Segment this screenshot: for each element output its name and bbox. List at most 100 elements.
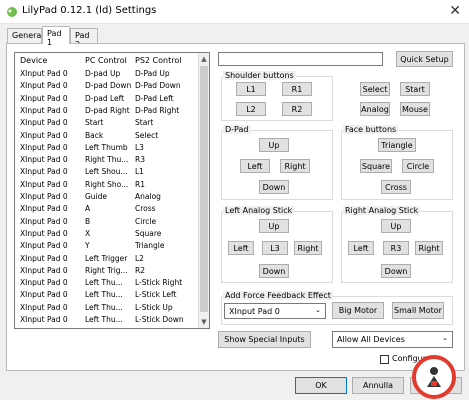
table-row[interactable]: XInput Pad 0 Left Thu... L-Stick Down	[15, 315, 198, 327]
right-stick-right-button[interactable]: Right	[415, 241, 443, 255]
table-row[interactable]: XInput Pad 0 A Cross	[15, 204, 198, 216]
table-row[interactable]: XInput Pad 0 Right Sho... R1	[15, 180, 198, 192]
table-row[interactable]: XInput Pad 0 Right Thu... R3	[15, 155, 198, 167]
r1-button[interactable]: R1	[282, 82, 312, 96]
ff-device-select[interactable]: XInput Pad 0 ⌄	[224, 303, 326, 319]
show-special-inputs-button[interactable]: Show Special Inputs	[218, 331, 311, 348]
ok-button[interactable]: OK	[295, 377, 347, 394]
header-device[interactable]: Device	[20, 56, 47, 65]
row-cell-ps2: R1	[135, 179, 145, 189]
left-stick-up-button[interactable]: Up	[259, 219, 289, 233]
l1-button[interactable]: L1	[236, 82, 266, 96]
start-button[interactable]: Start	[400, 82, 430, 96]
table-row[interactable]: XInput Pad 0 Right Trig... R2	[15, 266, 198, 278]
row-cell-ps2: Triangle	[135, 241, 165, 251]
close-icon[interactable]: ✕	[449, 3, 461, 19]
scroll-up-icon[interactable]: ▲	[198, 53, 209, 65]
scroll-down-icon[interactable]: ▼	[198, 316, 209, 328]
table-row[interactable]: XInput Pad 0 D-pad Up D-Pad Up	[15, 69, 198, 81]
shoulder-buttons-title: Shoulder buttons	[223, 71, 296, 80]
table-row[interactable]: XInput Pad 0 B Circle	[15, 217, 198, 229]
table-row[interactable]: XInput Pad 0 Left Thu... L-Stick Up	[15, 303, 198, 315]
row-cell-pc: Left Thu...	[85, 278, 123, 288]
r3-button[interactable]: R3	[383, 241, 409, 255]
tab-general[interactable]: General	[7, 28, 44, 43]
row-cell-pc: Back	[85, 130, 104, 140]
bindings-list[interactable]: Device PC Control PS2 Control XInput Pad…	[14, 52, 210, 329]
right-stick-left-button[interactable]: Left	[348, 241, 374, 255]
left-stick-down-button[interactable]: Down	[259, 264, 289, 278]
table-row[interactable]: XInput Pad 0 Start Start	[15, 118, 198, 130]
binding-input[interactable]	[218, 52, 383, 66]
triangle-button[interactable]: Triangle	[378, 138, 416, 152]
dpad-right-button[interactable]: Right	[280, 159, 310, 173]
cross-button[interactable]: Cross	[381, 180, 411, 194]
dpad-title: D-Pad	[223, 125, 251, 134]
row-cell-ps2: D-Pad Up	[135, 69, 170, 78]
circle-button[interactable]: Circle	[402, 159, 434, 173]
row-cell-device: XInput Pad 0	[20, 179, 68, 189]
mouse-button[interactable]: Mouse	[400, 102, 430, 116]
row-cell-pc: Right Thu...	[85, 155, 129, 165]
row-cell-device: XInput Pad 0	[20, 130, 68, 140]
header-pc-control[interactable]: PC Control	[85, 56, 127, 65]
ff-device-value: XInput Pad 0	[229, 306, 280, 316]
square-button[interactable]: Square	[360, 159, 392, 173]
row-cell-pc: Right Sho...	[85, 179, 129, 189]
table-row[interactable]: XInput Pad 0 Left Trigger L2	[15, 254, 198, 266]
table-row[interactable]: XInput Pad 0 D-pad Left D-Pad Left	[15, 94, 198, 106]
analog-button[interactable]: Analog	[360, 102, 390, 116]
table-row[interactable]: XInput Pad 0 Left Shou... L1	[15, 167, 198, 179]
row-cell-device: XInput Pad 0	[20, 290, 68, 300]
dpad-up-button[interactable]: Up	[259, 138, 289, 152]
left-stick-left-button[interactable]: Left	[228, 241, 254, 255]
row-cell-ps2: L-Stick Right	[135, 278, 183, 288]
row-cell-device: XInput Pad 0	[20, 315, 68, 324]
table-row[interactable]: XInput Pad 0 Back Select	[15, 131, 198, 143]
right-stick-up-button[interactable]: Up	[381, 219, 411, 233]
row-cell-ps2: L1	[135, 167, 144, 177]
row-cell-device: XInput Pad 0	[20, 81, 68, 91]
row-cell-pc: Left Shou...	[85, 167, 128, 177]
device-filter-select[interactable]: Allow All Devices ⌄	[332, 331, 453, 348]
big-motor-button[interactable]: Big Motor	[332, 302, 384, 319]
window-title: LilyPad 0.12.1 (ld) Settings	[22, 5, 157, 16]
tab-pad-1[interactable]: Pad 1	[42, 26, 70, 47]
row-cell-ps2: R3	[135, 155, 145, 165]
table-row[interactable]: XInput Pad 0 Left Thumb L3	[15, 143, 198, 155]
row-cell-ps2: Cross	[135, 204, 156, 214]
quick-setup-button[interactable]: Quick Setup	[396, 51, 453, 67]
row-cell-ps2: R2	[135, 265, 145, 275]
app-icon	[7, 7, 17, 17]
table-row[interactable]: XInput Pad 0 D-pad Down D-Pad Down	[15, 81, 198, 93]
row-cell-ps2: Circle	[135, 216, 157, 226]
row-cell-ps2: L2	[135, 253, 144, 263]
configure-checkbox[interactable]	[380, 355, 389, 364]
row-cell-pc: Guide	[85, 192, 108, 201]
face-buttons-title: Face buttons	[343, 125, 399, 134]
l2-button[interactable]: L2	[236, 102, 266, 116]
right-stick-title: Right Analog Stick	[343, 206, 421, 215]
table-row[interactable]: XInput Pad 0 Guide Analog	[15, 192, 198, 204]
table-row[interactable]: XInput Pad 0 Y Triangle	[15, 241, 198, 253]
header-ps2-control[interactable]: PS2 Control	[135, 56, 181, 65]
l3-button[interactable]: L3	[262, 241, 288, 255]
scroll-thumb[interactable]	[200, 66, 208, 312]
right-stick-down-button[interactable]: Down	[381, 264, 411, 278]
select-button[interactable]: Select	[360, 82, 390, 96]
table-row[interactable]: XInput Pad 0 X Square	[15, 229, 198, 241]
dpad-down-button[interactable]: Down	[259, 180, 289, 194]
row-cell-ps2: Start	[135, 118, 154, 128]
dpad-left-button[interactable]: Left	[240, 159, 270, 173]
chevron-down-icon: ⌄	[442, 334, 448, 342]
cancel-button[interactable]: Annulla	[352, 377, 404, 394]
r2-button[interactable]: R2	[282, 102, 312, 116]
small-motor-button[interactable]: Small Motor	[392, 302, 444, 319]
row-cell-device: XInput Pad 0	[20, 204, 68, 214]
table-row[interactable]: XInput Pad 0 Left Thu... L-Stick Left	[15, 290, 198, 302]
row-cell-pc: Left Thu...	[85, 315, 123, 324]
left-stick-right-button[interactable]: Right	[294, 241, 322, 255]
table-row[interactable]: XInput Pad 0 Left Thu... L-Stick Right	[15, 278, 198, 290]
tab-pad-2[interactable]: Pad 2	[70, 28, 98, 49]
table-row[interactable]: XInput Pad 0 D-pad Right D-Pad Right	[15, 106, 198, 118]
